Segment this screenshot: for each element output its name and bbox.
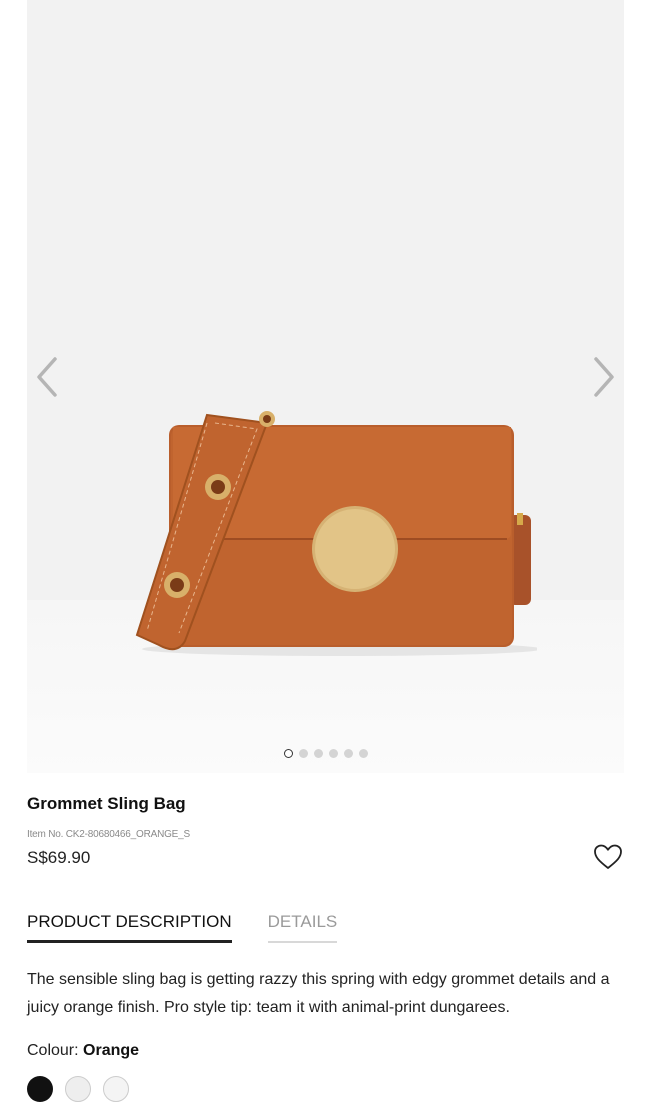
product-title: Grommet Sling Bag <box>27 794 186 813</box>
gallery-pagination <box>27 749 624 758</box>
colour-label: Colour: <box>27 1042 84 1059</box>
chevron-right-icon <box>594 357 614 397</box>
colour-value: Orange <box>83 1042 140 1059</box>
gallery-dot[interactable] <box>313 749 323 758</box>
gallery-dot[interactable] <box>298 749 308 758</box>
heart-icon <box>594 844 622 869</box>
gallery-dot[interactable] <box>283 749 293 758</box>
product-image <box>135 411 537 656</box>
colour-selection-label: Colour: Orange <box>27 1042 139 1060</box>
product-image-gallery[interactable] <box>27 0 624 773</box>
product-tabs: PRODUCT DESCRIPTION DETAILS <box>27 912 338 943</box>
gallery-dot[interactable] <box>358 749 368 758</box>
wishlist-button[interactable] <box>593 843 623 871</box>
tab-product-description[interactable]: PRODUCT DESCRIPTION <box>27 912 232 943</box>
item-number: Item No. CK2-80680466_ORANGE_S <box>27 829 190 840</box>
gallery-next-button[interactable] <box>584 352 624 402</box>
gallery-prev-button[interactable] <box>27 352 67 402</box>
gallery-dot[interactable] <box>328 749 338 758</box>
product-description-text: The sensible sling bag is getting razzy … <box>27 971 610 1016</box>
tab-details[interactable]: DETAILS <box>267 912 338 943</box>
chevron-left-icon <box>37 357 57 397</box>
gallery-dot[interactable] <box>343 749 353 758</box>
product-price: S$69.90 <box>27 848 91 867</box>
